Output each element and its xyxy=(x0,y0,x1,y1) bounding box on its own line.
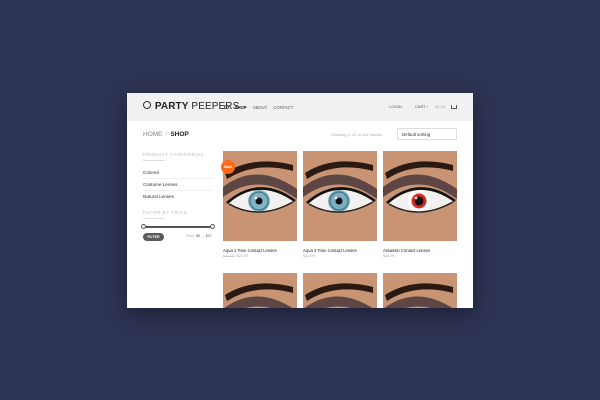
price-filter-title: FILTER BY PRICE xyxy=(143,210,188,215)
product-price: $22.99 xyxy=(303,254,315,258)
product-image[interactable] xyxy=(303,273,377,308)
breadcrumb: HOME / SHOP xyxy=(143,131,189,138)
logo-bold-text: PARTY xyxy=(154,101,189,112)
breadcrumb-separator: / xyxy=(165,131,168,138)
product-name[interactable]: Assassin Contact Lenses xyxy=(383,248,430,253)
eye-photo xyxy=(303,273,377,308)
eye-photo-part xyxy=(223,225,297,241)
product-name[interactable]: Aqua 1 Tone Contact Lenses xyxy=(223,248,277,253)
category-colored[interactable]: Colored xyxy=(143,170,213,175)
breadcrumb-current: SHOP xyxy=(170,131,189,138)
eye-photo xyxy=(223,273,297,308)
results-count: Showing 1–12 of 144 results xyxy=(331,132,382,137)
account-nav: LOGIN CART / $0.00 xyxy=(383,104,457,109)
price-min: $9 xyxy=(196,234,201,238)
nav-item-shop[interactable]: SHOP xyxy=(235,105,247,110)
categories-title-divider xyxy=(143,160,165,161)
product-price: $28.99 xyxy=(383,254,395,258)
eye-photo-part xyxy=(254,196,258,200)
eye-photo-part xyxy=(414,196,418,200)
price-title-divider xyxy=(143,218,165,219)
eye-photo xyxy=(383,273,457,308)
categories-title: PRODUCT CATEGORIES xyxy=(143,152,204,157)
product-sale-price: $28.99 xyxy=(383,254,395,258)
product-image[interactable] xyxy=(223,273,297,308)
cart-amount: $0.00 xyxy=(434,104,445,109)
search-icon[interactable] xyxy=(224,104,229,109)
filter-button[interactable]: FILTER xyxy=(143,233,164,241)
price-separator: — xyxy=(201,234,205,238)
cart-link[interactable]: CART / $0.00 xyxy=(409,104,457,109)
breadcrumb-home[interactable]: HOME xyxy=(143,131,163,138)
category-natural-lenses[interactable]: Natural Lenses xyxy=(143,194,213,199)
product-image[interactable] xyxy=(303,151,377,241)
eye-photo xyxy=(303,151,377,241)
category-costume-lenses[interactable]: Costume Lenses xyxy=(143,182,213,187)
cart-icon xyxy=(451,104,457,109)
eye-photo-part xyxy=(383,225,457,241)
product-name[interactable]: Aqua 3 Tone Contact Lenses xyxy=(303,248,357,253)
site-header: PARTY PEEPERS SHOP ABOUT CONTACT LOGIN C… xyxy=(127,93,473,121)
sale-badge: Sale! xyxy=(221,160,235,174)
browser-window: PARTY PEEPERS SHOP ABOUT CONTACT LOGIN C… xyxy=(127,93,473,308)
sorting-select[interactable]: Default sorting xyxy=(397,128,457,140)
product-image[interactable] xyxy=(383,273,457,308)
price-prefix: Price: xyxy=(186,234,196,238)
eye-photo xyxy=(383,151,457,241)
login-link[interactable]: LOGIN xyxy=(389,104,401,109)
product-sale-price: $22.99 xyxy=(303,254,315,258)
product-sale-price: $22.99 xyxy=(236,254,249,258)
price-slider-max-handle[interactable] xyxy=(210,224,215,229)
price-range-label: Price: $9 — $37 xyxy=(186,234,212,238)
logo-eye-icon xyxy=(143,101,151,109)
price-slider-track[interactable] xyxy=(144,226,212,228)
nav-item-contact[interactable]: CONTACT xyxy=(273,105,293,110)
price-slider-min-handle[interactable] xyxy=(141,224,146,229)
product-old-price: $24.99 xyxy=(223,254,235,258)
product-image[interactable] xyxy=(383,151,457,241)
price-max: $37 xyxy=(205,234,212,238)
eye-photo-part xyxy=(334,196,338,200)
divider xyxy=(143,190,213,191)
nav-item-about[interactable]: ABOUT xyxy=(253,105,267,110)
main-nav: SHOP ABOUT CONTACT xyxy=(224,104,298,110)
cart-label: CART / xyxy=(414,104,428,109)
eye-photo-part xyxy=(303,225,377,241)
product-price: $24.99 $22.99 xyxy=(223,254,248,258)
divider xyxy=(143,178,213,179)
